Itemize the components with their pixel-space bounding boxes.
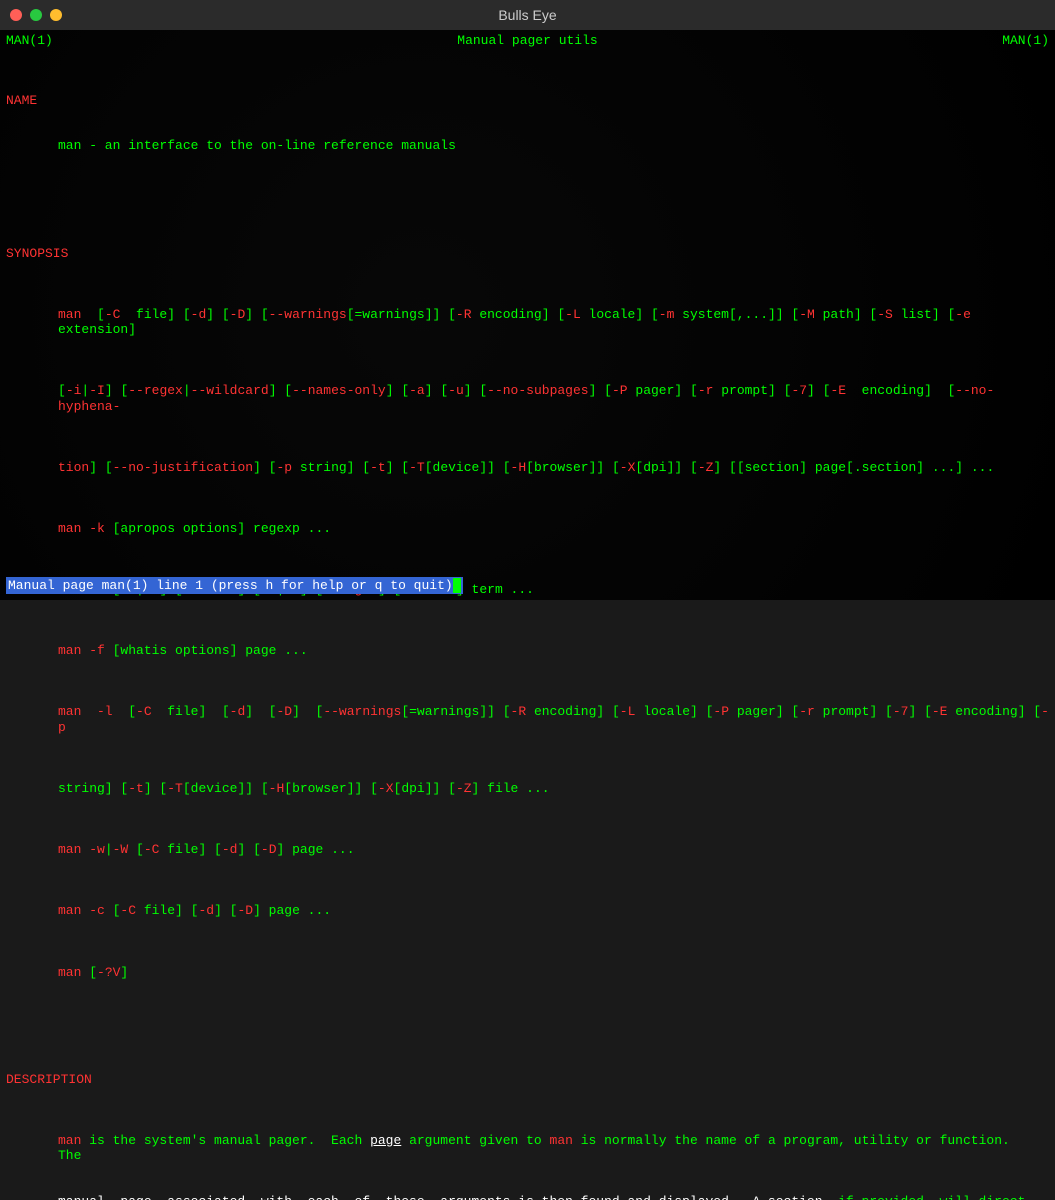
pager-statusbar: Manual page man(1) line 1 (press h for h… bbox=[6, 577, 463, 594]
window-title: Bulls Eye bbox=[498, 7, 556, 23]
desc-p1-l2: manual page associated with each of thes… bbox=[58, 1194, 1049, 1200]
syn-line-9: man -w|-W [-C file] [-d] [-D] page ... bbox=[58, 842, 1049, 857]
syn-line-11: man [-?V] bbox=[58, 965, 1049, 980]
syn-line-6: man -f [whatis options] page ... bbox=[58, 643, 1049, 658]
cursor bbox=[453, 578, 461, 593]
section-name-head: NAME bbox=[6, 93, 1049, 108]
maximize-icon[interactable] bbox=[50, 9, 62, 21]
syn-line-8: string] [-t] [-T[device]] [-H[browser]] … bbox=[58, 781, 1049, 796]
syn-line-10: man -c [-C file] [-d] [-D] page ... bbox=[58, 903, 1049, 918]
section-desc-head: DESCRIPTION bbox=[6, 1072, 1049, 1087]
minimize-icon[interactable] bbox=[30, 9, 42, 21]
man-content: NAME man - an interface to the on-line r… bbox=[6, 62, 1049, 1200]
syn-line-3: tion] [--no-justification] [-p string] [… bbox=[58, 460, 1049, 475]
window-controls bbox=[10, 9, 62, 21]
syn-line-4: man -k [apropos options] regexp ... bbox=[58, 521, 1049, 536]
man-header: MAN(1) Manual pager utils MAN(1) bbox=[6, 33, 1049, 48]
section-name-line: man - an interface to the on-line refere… bbox=[58, 138, 1049, 153]
syn-line-2: [-i|-I] [--regex|--wildcard] [--names-on… bbox=[58, 383, 1049, 414]
syn-line-7: man -l [-C file] [-d] [-D] [--warnings[=… bbox=[58, 704, 1049, 735]
terminal-viewport[interactable]: MAN(1) Manual pager utils MAN(1) NAME ma… bbox=[0, 30, 1055, 600]
header-center: Manual pager utils bbox=[457, 33, 597, 48]
close-icon[interactable] bbox=[10, 9, 22, 21]
header-right: MAN(1) bbox=[1002, 33, 1049, 48]
section-synopsis-head: SYNOPSIS bbox=[6, 246, 1049, 261]
statusbar-text: Manual page man(1) line 1 (press h for h… bbox=[8, 578, 453, 593]
syn-line-1: man [-C file] [-d] [-D] [--warnings[=war… bbox=[58, 307, 1049, 338]
header-left: MAN(1) bbox=[6, 33, 53, 48]
titlebar: Bulls Eye bbox=[0, 0, 1055, 30]
desc-p1-l1: man is the system's manual pager. Each p… bbox=[58, 1133, 1049, 1164]
